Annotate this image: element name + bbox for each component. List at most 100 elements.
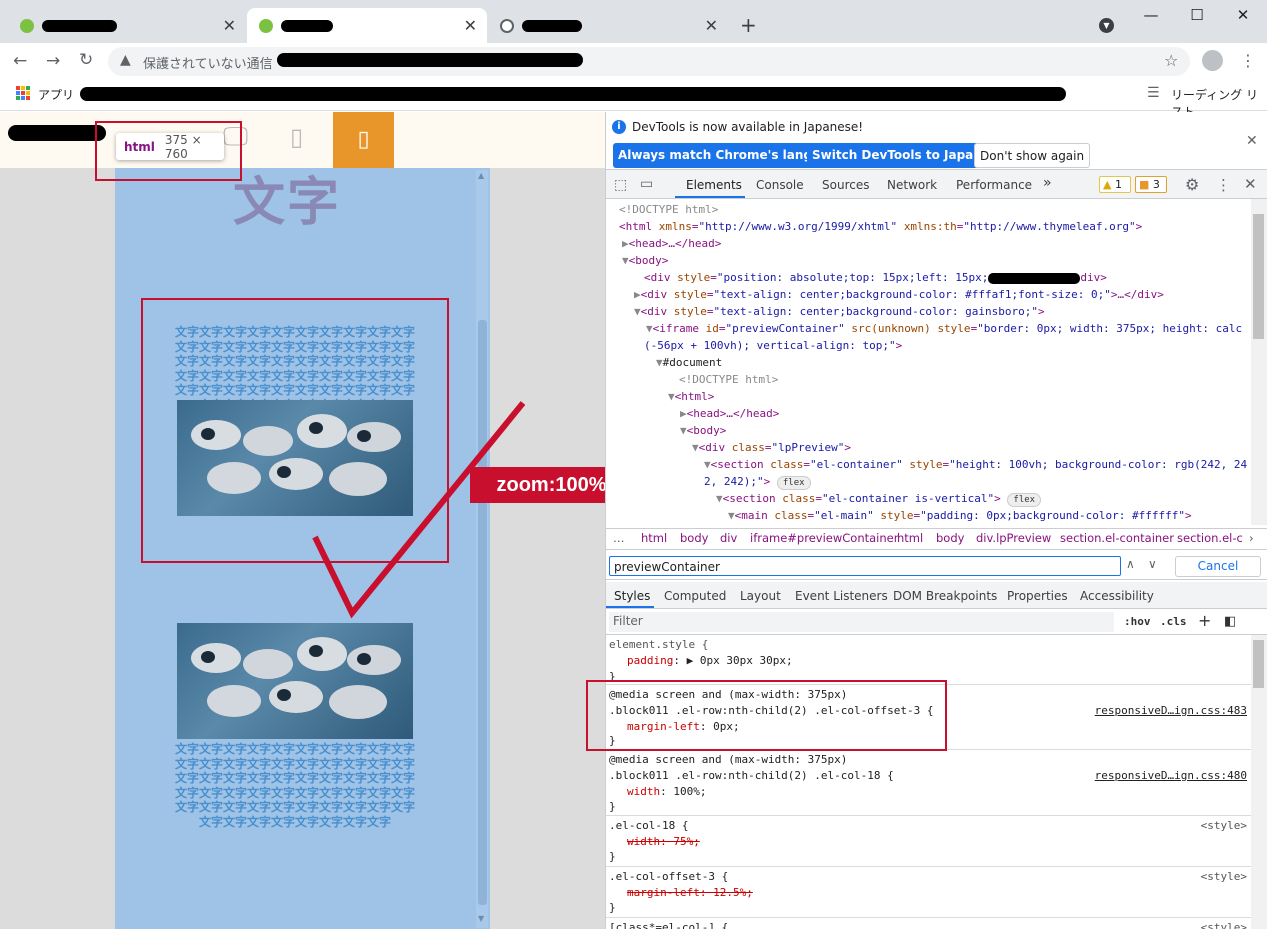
breadcrumb-item[interactable]: html <box>641 531 667 545</box>
warning-triangle-icon[interactable]: ▲ <box>120 52 131 68</box>
mobile-device-button[interactable]: ▯ <box>333 112 394 168</box>
breadcrumb-item[interactable]: … <box>613 531 625 545</box>
tab-elements[interactable]: Elements <box>686 178 742 192</box>
security-status-text[interactable]: 保護されていない通信 <box>143 53 273 72</box>
back-arrow-icon[interactable]: ← <box>13 51 27 71</box>
dom-line[interactable]: <!DOCTYPE html> <box>679 371 778 388</box>
tab-performance[interactable]: Performance <box>956 178 1032 192</box>
dom-line[interactable]: ▼<div class="lpPreview"> <box>692 439 851 456</box>
browser-tab-2[interactable]: ✕ <box>247 8 487 43</box>
tab-computed[interactable]: Computed <box>664 589 726 603</box>
close-tab-icon[interactable]: ✕ <box>464 16 477 35</box>
dom-scroll-thumb[interactable] <box>1253 214 1264 339</box>
rule-source-link[interactable]: <style> <box>1201 818 1247 834</box>
dont-show-again-button[interactable]: Don't show again <box>974 143 1091 168</box>
dom-line[interactable]: ▶<head>…</head> <box>622 235 721 252</box>
dom-line-iframe[interactable]: ▼<iframe id="previewContainer" src(unkno… <box>646 320 1242 337</box>
devtools-menu-icon[interactable]: ⋮ <box>1216 176 1231 194</box>
breadcrumb-more-icon[interactable]: › <box>1249 531 1254 545</box>
url-redacted[interactable] <box>277 53 583 67</box>
tab-network[interactable]: Network <box>887 178 937 192</box>
tablet-icon[interactable]: ▯ <box>290 123 303 151</box>
tab-styles[interactable]: Styles <box>614 589 650 603</box>
minimize-button[interactable]: — <box>1136 6 1166 24</box>
tab-layout[interactable]: Layout <box>740 589 781 603</box>
apps-grid-icon[interactable] <box>16 86 30 100</box>
breadcrumb-item[interactable]: section.el-container <box>1060 531 1174 545</box>
close-tab-icon[interactable]: ✕ <box>705 16 718 35</box>
breadcrumb-item[interactable]: body <box>680 531 708 545</box>
hover-state-toggle[interactable]: :hov <box>1124 615 1151 628</box>
tab-accessibility[interactable]: Accessibility <box>1080 589 1154 603</box>
device-toolbar-icon[interactable]: ▭ <box>640 176 653 192</box>
tab-search-icon[interactable]: ▼ <box>1099 18 1114 33</box>
scroll-up-icon[interactable]: ▲ <box>478 171 484 180</box>
devtools-close-icon[interactable]: ✕ <box>1244 175 1257 193</box>
styles-filter-input[interactable]: Filter <box>609 612 1114 632</box>
tab-console[interactable]: Console <box>756 178 804 192</box>
dom-line[interactable]: ▶<head>…</head> <box>680 405 779 422</box>
dom-line[interactable]: ▼<body> <box>622 252 668 269</box>
computed-sidebar-icon[interactable]: ◧ <box>1224 614 1236 629</box>
rule-source-link[interactable]: <style> <box>1201 920 1247 929</box>
new-rule-icon[interactable]: + <box>1198 611 1211 630</box>
infobar-close-icon[interactable]: ✕ <box>1246 133 1258 149</box>
browser-tab-1[interactable]: ✕ <box>8 8 246 43</box>
browser-tab-3[interactable]: ✕ <box>488 8 728 43</box>
dom-line[interactable]: ▼#document <box>656 354 722 371</box>
dom-line[interactable]: ▼<html> <box>668 388 714 405</box>
rule-declaration-overridden[interactable]: margin-left: 12.5%; <box>627 885 753 901</box>
dom-line[interactable]: <!DOCTYPE html> <box>619 201 718 218</box>
class-toggle[interactable]: .cls <box>1160 615 1187 628</box>
inspect-element-icon[interactable]: ⬚ <box>614 177 627 193</box>
breadcrumb-item[interactable]: body <box>936 531 964 545</box>
profile-avatar[interactable] <box>1202 50 1223 71</box>
messages-badge[interactable]: ■ 3 <box>1135 176 1167 193</box>
breadcrumb-item[interactable]: div.lpPreview <box>976 531 1051 545</box>
scroll-down-icon[interactable]: ▼ <box>478 914 484 923</box>
dom-line[interactable]: ▼<div style="text-align: center;backgrou… <box>634 303 1045 320</box>
tab-dom-breakpoints[interactable]: DOM Breakpoints <box>893 589 997 603</box>
dom-line[interactable]: ▼<body> <box>680 422 726 439</box>
close-window-button[interactable]: ✕ <box>1228 6 1258 24</box>
search-next-icon[interactable]: ∨ <box>1148 557 1157 571</box>
new-tab-button[interactable]: + <box>740 13 757 37</box>
rule-source-link[interactable]: <style> <box>1201 869 1247 885</box>
dom-line[interactable]: ▶<div style="text-align: center;backgrou… <box>634 286 1164 303</box>
breadcrumb-item[interactable]: iframe#previewContainer <box>750 531 898 545</box>
search-cancel-button[interactable]: Cancel <box>1175 556 1261 577</box>
styles-scroll-thumb[interactable] <box>1253 640 1264 688</box>
rule-declaration-overridden[interactable]: width: 75%; <box>627 834 700 850</box>
settings-gear-icon[interactable]: ⚙ <box>1185 175 1199 194</box>
bookmark-star-icon[interactable]: ☆ <box>1164 51 1178 70</box>
rule-declaration[interactable]: padding: ▶ 0px 30px 30px; <box>627 653 793 669</box>
dom-line[interactable]: <html xmlns="http://www.w3.org/1999/xhtm… <box>619 218 1142 235</box>
tab-properties[interactable]: Properties <box>1007 589 1068 603</box>
dom-line[interactable]: ▼<section class="el-container" style="he… <box>704 456 1247 473</box>
close-tab-icon[interactable]: ✕ <box>223 16 236 35</box>
chrome-menu-icon[interactable]: ⋮ <box>1240 51 1256 70</box>
breadcrumb-item[interactable]: div <box>720 531 737 545</box>
rule-source-link[interactable]: responsiveD…ign.css:480 <box>1095 768 1247 784</box>
flex-badge[interactable]: flex <box>1007 493 1042 507</box>
dom-search-input[interactable]: previewContainer <box>609 556 1121 576</box>
apps-bookmark[interactable]: アプリ <box>38 86 74 103</box>
breadcrumb-item[interactable]: section.el-c <box>1177 531 1243 545</box>
breadcrumb-item[interactable]: html <box>897 531 923 545</box>
warnings-badge[interactable]: ▲ 1 <box>1099 176 1131 193</box>
tab-event-listeners[interactable]: Event Listeners <box>795 589 888 603</box>
tab-sources[interactable]: Sources <box>822 178 869 192</box>
dom-line[interactable]: ▼<main class="el-main" style="padding: 0… <box>728 507 1192 524</box>
rule-source-link[interactable]: responsiveD…ign.css:483 <box>1095 703 1247 719</box>
more-tabs-icon[interactable]: » <box>1043 175 1052 191</box>
dom-line[interactable]: ▼<section class="el-container is-vertica… <box>716 490 1042 507</box>
dom-line[interactable]: <div style="position: absolute;top: 15px… <box>644 269 1107 286</box>
dom-line[interactable]: (-56px + 100vh); vertical-align: top;"> <box>644 337 902 354</box>
bookmarks-redacted[interactable] <box>80 87 1066 101</box>
rule-declaration[interactable]: width: 100%; <box>627 784 706 800</box>
maximize-button[interactable]: ☐ <box>1182 6 1212 24</box>
dom-line[interactable]: 2, 242);"> flex <box>704 473 811 490</box>
search-prev-icon[interactable]: ∧ <box>1126 557 1135 571</box>
reading-list-icon[interactable]: ☰ <box>1147 85 1160 101</box>
forward-arrow-icon[interactable]: → <box>46 51 60 71</box>
